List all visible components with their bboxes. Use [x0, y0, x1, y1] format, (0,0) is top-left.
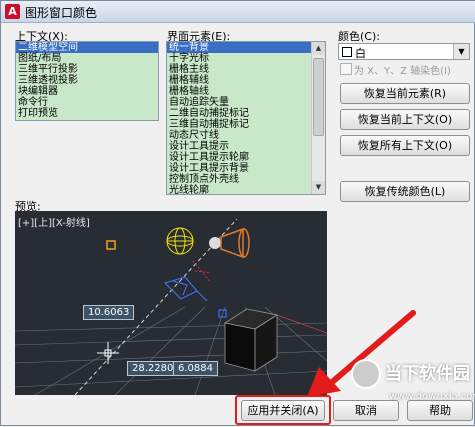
color-swatch [342, 47, 352, 57]
dialog-window: A 图形窗口颜色 上下文(X): 二维模型空间 图纸/布局 三维平行投影 三维透视投影… [0, 0, 475, 426]
scroll-down-icon[interactable]: ▼ [312, 181, 325, 194]
interface-elements-listbox[interactable]: 统一背景 十字光标 栅格主线 栅格辅线 栅格轴线 自动追踪矢量 二维自动捕捉标记 三维自动捕捉… [166, 41, 326, 195]
watermark-logo-icon [351, 359, 381, 389]
dimension-tooltip-1: 10.6063 [83, 305, 135, 320]
list-item[interactable]: 设计工具提示轮廓 [167, 152, 312, 163]
list-item[interactable]: 栅格轴线 [167, 86, 312, 97]
snap-marker-icon [106, 240, 116, 250]
list-item[interactable]: 三维透视投影 [16, 75, 158, 86]
color-value: 白 [355, 47, 366, 60]
autocad-app-icon: A [5, 4, 20, 19]
list-item[interactable]: 图纸/布局 [16, 53, 158, 64]
list-item[interactable]: 自动追踪矢量 [167, 97, 312, 108]
watermark-url: www.downxia.com [389, 391, 475, 402]
help-button[interactable]: 帮助 [407, 400, 473, 421]
point-light-icon [166, 227, 194, 255]
title-bar: A 图形窗口颜色 [1, 1, 475, 23]
color-select[interactable]: 白 ▼ [338, 43, 470, 60]
window-title: 图形窗口颜色 [25, 6, 98, 20]
list-item[interactable]: 十字光标 [167, 53, 312, 64]
dimension-tooltip-2: 28.2280 [127, 361, 179, 376]
list-item[interactable]: 控制顶点外壳线 [167, 174, 312, 185]
highlight-box [235, 395, 331, 425]
restore-all-contexts-button[interactable]: 恢复所有上下文(O) [340, 135, 470, 156]
dimension-tooltip-3: 6.0884 [173, 361, 218, 376]
list-item[interactable]: 设计工具提示 [167, 141, 312, 152]
list-item[interactable]: 三维平行投影 [16, 64, 158, 75]
restore-current-element-button[interactable]: 恢复当前元素(R) [340, 83, 470, 104]
list-item[interactable]: 栅格主线 [167, 64, 312, 75]
list-item[interactable]: 三维自动捕捉标记 [167, 119, 312, 130]
axis-gizmo-icon [192, 260, 212, 284]
chevron-down-icon[interactable]: ▼ [453, 44, 469, 59]
watermark: 当下软件园 [351, 357, 471, 393]
spot-light-icon [209, 227, 250, 259]
restore-current-context-button[interactable]: 恢复当前上下文(O) [340, 109, 470, 130]
color-label: 颜色(C): [338, 30, 380, 43]
list-item[interactable]: 块编辑器 [16, 86, 158, 97]
list-item[interactable]: 统一背景 [167, 42, 312, 53]
watermark-text: 当下软件园 [385, 364, 470, 384]
elements-scrollbar[interactable]: ▲ ▼ [311, 42, 325, 194]
list-item[interactable]: 命令行 [16, 97, 158, 108]
tint-xyz-checkbox[interactable] [340, 63, 352, 75]
restore-classic-colors-button[interactable]: 恢复传统颜色(L) [340, 181, 470, 202]
cancel-button[interactable]: 取消 [333, 400, 399, 421]
list-item[interactable]: 二维模型空间 [16, 42, 158, 53]
list-item[interactable]: 二维自动捕捉标记 [167, 108, 312, 119]
context-listbox[interactable]: 二维模型空间 图纸/布局 三维平行投影 三维透视投影 块编辑器 命令行 打印预览 [15, 41, 159, 121]
ground-grid [15, 306, 327, 395]
list-item[interactable]: 栅格辅线 [167, 75, 312, 86]
scroll-thumb[interactable] [313, 58, 324, 136]
scroll-up-icon[interactable]: ▲ [312, 42, 325, 55]
preview-viewport: [+][上][X-射线] 10.6063 28.2280 6.0884 [15, 211, 327, 395]
list-item[interactable]: 设计工具提示背景 [167, 163, 312, 174]
list-item[interactable]: 打印预览 [16, 108, 158, 119]
cube-solid [223, 308, 279, 372]
crosshair-icon [97, 342, 119, 364]
tint-xyz-label: 为 X、Y、Z 轴染色(I) [354, 66, 451, 77]
list-item[interactable]: 光线轮廓 [167, 185, 312, 194]
camera-icon [164, 276, 208, 302]
list-item[interactable]: 动态尺寸线 [167, 130, 312, 141]
